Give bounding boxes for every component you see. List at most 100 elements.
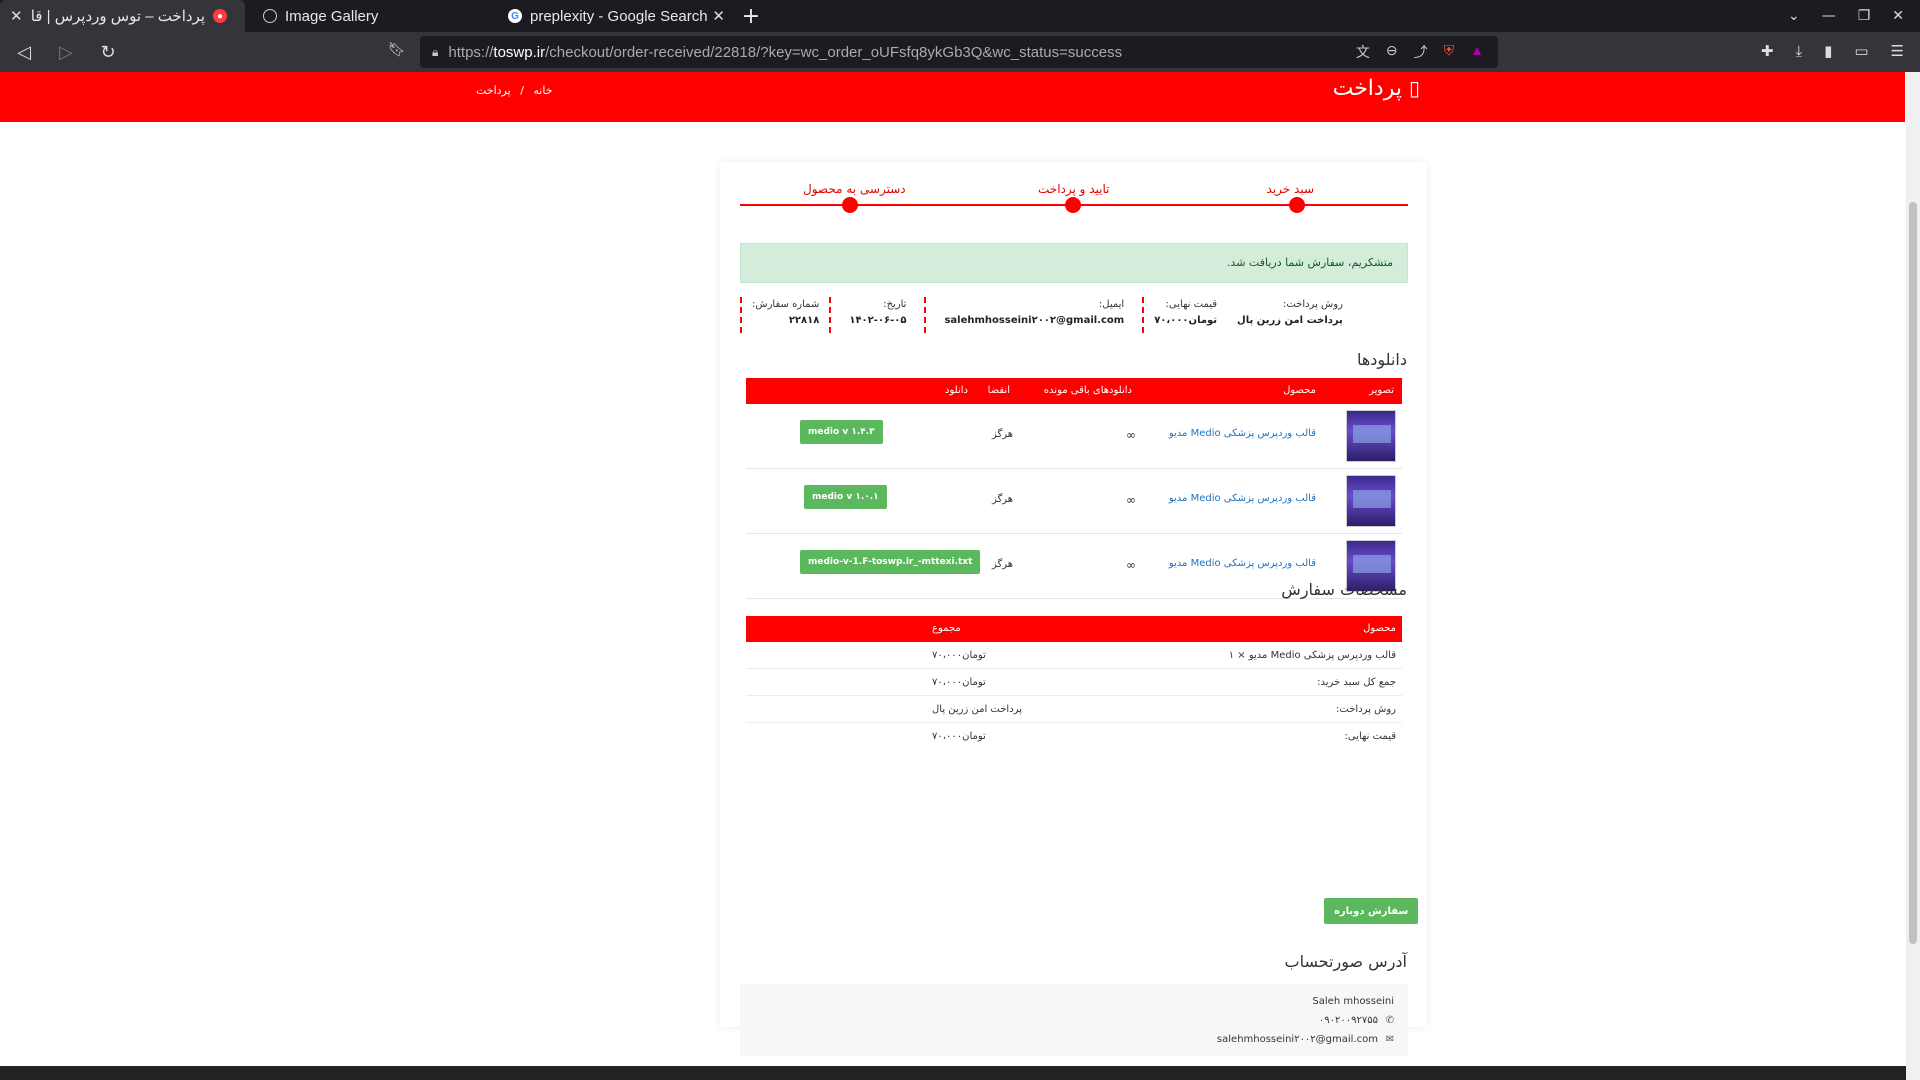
downloads-table: تصویر محصول دانلودهای باقی مونده انقضا د… bbox=[746, 378, 1402, 599]
tab-list-icon[interactable]: ⌄ bbox=[1788, 8, 1800, 24]
expiry-value: هرگز bbox=[992, 429, 1014, 440]
expiry-value: هرگز bbox=[992, 494, 1014, 505]
payment-method-label: روش پرداخت: bbox=[1336, 704, 1396, 715]
phone-icon: ✆ bbox=[1385, 1015, 1394, 1026]
product-thumbnail[interactable] bbox=[1346, 475, 1396, 527]
tab-google-search[interactable]: G preplexity - Google Search ✕ bbox=[490, 0, 735, 32]
cart-subtotal-value: تومان۷۰،۰۰۰ bbox=[932, 677, 986, 688]
order-item-row: قالب وردپرس پزشکی Medio مدیو × ۱ تومان۷۰… bbox=[746, 642, 1402, 669]
order-received-card: سبد خرید تایید و پرداخت دسترسی به محصول … bbox=[720, 162, 1427, 1056]
brave-shield-icon[interactable]: ⛨ bbox=[1444, 42, 1455, 62]
new-tab-button[interactable]: + bbox=[735, 0, 767, 32]
overview-total: قیمت نهایی: تومان۷۰،۰۰۰ bbox=[1142, 297, 1227, 333]
success-notice: متشکریم، سفارش شما دریافت شد. bbox=[740, 243, 1408, 283]
product-link[interactable]: قالب وردپرس پزشکی Medio مدیو bbox=[1169, 558, 1316, 569]
tab-title: preplexity - Google Search bbox=[530, 7, 708, 25]
extensions-icon[interactable]: ✚ bbox=[1761, 42, 1774, 60]
back-icon[interactable]: ◁ bbox=[14, 42, 34, 63]
page-title: پرداخت ▯ bbox=[1332, 76, 1420, 101]
email-icon: ✉ bbox=[1385, 1034, 1394, 1045]
order-details-header: محصول مجموع bbox=[746, 616, 1402, 642]
close-tab-icon[interactable]: ✕ bbox=[10, 7, 23, 25]
order-again-button[interactable]: سفارش دوباره bbox=[1324, 898, 1419, 924]
payment-method-row: روش پرداخت: پرداخت امن زرین پال bbox=[746, 696, 1402, 723]
product-link[interactable]: قالب وردپرس پزشکی Medio مدیو bbox=[1169, 493, 1316, 504]
download-button[interactable]: medio-v-1.F-toswp.ir_-mttexi.txt bbox=[800, 550, 981, 574]
col-remaining: دانلودهای باقی مونده bbox=[1043, 385, 1132, 396]
billing-phone: ۰۹۰۲۰۰۹۲۷۵۵ bbox=[1318, 1015, 1378, 1026]
order-total-row: قیمت نهایی: تومان۷۰،۰۰۰ bbox=[746, 723, 1402, 750]
payment-method-value: پرداخت امن زرین پال bbox=[932, 704, 1022, 715]
breadcrumb: خانه / پرداخت bbox=[476, 84, 553, 97]
order-details-heading: مشخصات سفارش bbox=[1281, 580, 1407, 599]
site-favicon-icon: ● bbox=[213, 9, 227, 23]
sidebar-icon[interactable]: ▮ bbox=[1824, 42, 1832, 60]
col-product: محصول bbox=[1283, 385, 1316, 396]
translate-icon[interactable]: 文 bbox=[1356, 42, 1370, 62]
col-image: تصویر bbox=[1369, 385, 1394, 396]
reload-icon[interactable]: ↻ bbox=[98, 42, 118, 63]
address-bar[interactable]: 🔒︎ https://toswp.ir/checkout/order-recei… bbox=[420, 36, 1498, 68]
order-item-label: قالب وردپرس پزشکی Medio مدیو × ۱ bbox=[1228, 650, 1396, 661]
menu-icon[interactable]: ☰ bbox=[1891, 42, 1904, 60]
order-details-table: محصول مجموع قالب وردپرس پزشکی Medio مدیو… bbox=[746, 616, 1402, 750]
overview-payment-method: روش پرداخت: پرداخت امن زرین پال bbox=[1237, 299, 1343, 326]
downloads-heading: دانلودها bbox=[1356, 350, 1407, 369]
breadcrumb-current: پرداخت bbox=[476, 84, 511, 97]
url-host: toswp.ir bbox=[493, 43, 546, 61]
page-footer bbox=[0, 1066, 1920, 1080]
url-path: /checkout/order-received/22818/?key=wc_o… bbox=[545, 43, 1123, 61]
minimize-icon[interactable]: — bbox=[1822, 8, 1836, 24]
col-download: دانلود bbox=[945, 385, 968, 396]
tab-bar: ● پرداخت – توس وردپرس | قا ✕ Image Galle… bbox=[0, 0, 1920, 32]
order-total-label: قیمت نهایی: bbox=[1344, 731, 1396, 742]
breadcrumb-home[interactable]: خانه bbox=[533, 84, 552, 97]
zoom-icon[interactable]: ⊖ bbox=[1386, 42, 1398, 62]
order-overview: شماره سفارش: ۲۲۸۱۸ تاریخ: ۱۴۰۲-۰۶-۰۵ ایمیل… bbox=[740, 297, 1408, 333]
remaining-downloads: ∞ bbox=[1126, 428, 1136, 442]
step-product-access: دسترسی به محصول bbox=[803, 182, 906, 196]
download-row: قالب وردپرس پزشکی Medio مدیو ∞ هرگز medi… bbox=[746, 404, 1402, 469]
order-total-value: تومان۷۰،۰۰۰ bbox=[932, 731, 986, 742]
window-controls: ⌄ — ❐ ✕ bbox=[1788, 0, 1920, 32]
breadcrumb-separator: / bbox=[520, 84, 524, 97]
billing-address-heading: آدرس صورتحساب bbox=[1284, 952, 1407, 971]
col-total: مجموع bbox=[932, 623, 961, 634]
download-button[interactable]: medio v ۱.۰.۱ bbox=[804, 485, 887, 509]
tab-checkout[interactable]: ● پرداخت – توس وردپرس | قا ✕ bbox=[0, 0, 245, 32]
expiry-value: هرگز bbox=[992, 559, 1014, 570]
close-tab-icon[interactable]: ✕ bbox=[712, 7, 725, 25]
extension-icons: ✚ ⤓ ▮ ▭ ☰ bbox=[1761, 42, 1904, 60]
page-scrollbar[interactable] bbox=[1906, 72, 1920, 1080]
col-expires: انقضا bbox=[987, 385, 1010, 396]
overview-date: تاریخ: ۱۴۰۲-۰۶-۰۵ bbox=[829, 297, 924, 333]
maximize-icon[interactable]: ❐ bbox=[1858, 8, 1871, 24]
overview-email: ایمیل: salehmhosseini۲۰۰۲@gmail.com bbox=[924, 297, 1142, 333]
order-item-value: تومان۷۰،۰۰۰ bbox=[932, 650, 986, 661]
receipt-icon: ▯ bbox=[1408, 76, 1420, 100]
billing-email-line: ✉ salehmhosseini۲۰۰۲@gmail.com bbox=[754, 1030, 1394, 1049]
remaining-downloads: ∞ bbox=[1126, 493, 1136, 507]
tab-image-gallery[interactable]: Image Gallery bbox=[245, 0, 490, 32]
downloads-icon[interactable]: ⤓ bbox=[1795, 42, 1802, 60]
cart-subtotal-label: جمع کل سبد خرید: bbox=[1317, 677, 1396, 688]
globe-icon bbox=[263, 9, 277, 23]
product-link[interactable]: قالب وردپرس پزشکی Medio مدیو bbox=[1169, 428, 1316, 439]
google-icon: G bbox=[508, 9, 522, 23]
scrollbar-thumb[interactable] bbox=[1909, 202, 1917, 944]
billing-email: salehmhosseini۲۰۰۲@gmail.com bbox=[1216, 1034, 1378, 1045]
overview-order-number: شماره سفارش: ۲۲۸۱۸ bbox=[740, 297, 829, 333]
billing-name: Saleh mhosseini bbox=[1312, 996, 1394, 1007]
bookmark-icon[interactable]: 🔖︎ bbox=[388, 42, 406, 58]
product-thumbnail[interactable] bbox=[1346, 410, 1396, 462]
step-confirm-pay: تایید و پرداخت bbox=[1038, 182, 1110, 196]
close-window-icon[interactable]: ✕ bbox=[1892, 8, 1904, 24]
forward-icon[interactable]: ▷ bbox=[56, 42, 76, 63]
step-cart: سبد خرید bbox=[1266, 182, 1314, 196]
page-viewport: پرداخت ▯ خانه / پرداخت سبد خرید تایید و … bbox=[0, 72, 1920, 1080]
billing-phone-line: ✆ ۰۹۰۲۰۰۹۲۷۵۵ bbox=[754, 1011, 1394, 1030]
share-icon[interactable]: ⤴ bbox=[1414, 42, 1428, 62]
wallet-icon[interactable]: ▭ bbox=[1854, 42, 1868, 60]
brave-rewards-icon[interactable]: ▲ bbox=[1470, 42, 1484, 62]
download-button[interactable]: medio v ۱.۴.۳ bbox=[800, 420, 883, 444]
